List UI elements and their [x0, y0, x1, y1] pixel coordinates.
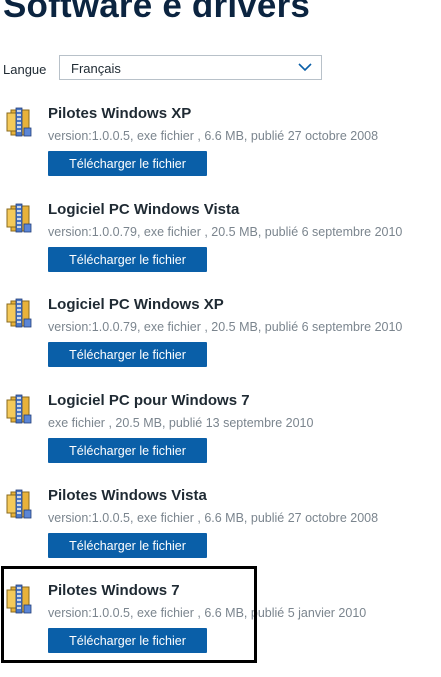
download-button[interactable]: Télécharger le fichier — [48, 247, 207, 272]
language-label: Langue — [3, 62, 47, 77]
archive-file-icon — [6, 489, 32, 519]
item-title: Logiciel PC pour Windows 7 — [48, 392, 250, 409]
item-meta: version:1.0.0.79, exe fichier , 20.5 MB,… — [48, 225, 403, 239]
item-meta: version:1.0.0.79, exe fichier , 20.5 MB,… — [48, 320, 403, 334]
download-item: Pilotes Windows 7 version:1.0.0.5, exe f… — [0, 581, 441, 677]
archive-file-icon — [6, 394, 32, 424]
download-button[interactable]: Télécharger le fichier — [48, 438, 207, 463]
item-title: Logiciel PC Windows Vista — [48, 201, 240, 218]
download-button[interactable]: Télécharger le fichier — [48, 151, 207, 176]
item-meta: version:1.0.0.5, exe fichier , 6.6 MB, p… — [48, 606, 367, 620]
item-title: Logiciel PC Windows XP — [48, 296, 224, 313]
item-title: Pilotes Windows Vista — [48, 487, 207, 504]
download-item: Logiciel PC Windows XP version:1.0.0.79,… — [0, 295, 441, 391]
archive-file-icon — [6, 107, 32, 137]
item-meta: version:1.0.0.5, exe fichier , 6.6 MB, p… — [48, 129, 379, 143]
download-item: Logiciel PC pour Windows 7 exe fichier ,… — [0, 391, 441, 487]
item-meta: exe fichier , 20.5 MB, publié 13 septemb… — [48, 416, 314, 430]
chevron-down-icon — [298, 63, 312, 72]
download-item: Pilotes Windows Vista version:1.0.0.5, e… — [0, 486, 441, 582]
page-title: Software e drivers — [3, 0, 311, 25]
archive-file-icon — [6, 584, 32, 614]
download-button[interactable]: Télécharger le fichier — [48, 628, 207, 653]
language-select[interactable]: Français — [59, 55, 322, 80]
item-title: Pilotes Windows XP — [48, 105, 192, 122]
download-item: Logiciel PC Windows Vista version:1.0.0.… — [0, 200, 441, 296]
item-meta: version:1.0.0.5, exe fichier , 6.6 MB, p… — [48, 511, 379, 525]
archive-file-icon — [6, 203, 32, 233]
download-button[interactable]: Télécharger le fichier — [48, 342, 207, 367]
archive-file-icon — [6, 298, 32, 328]
download-item: Pilotes Windows XP version:1.0.0.5, exe … — [0, 104, 441, 200]
download-button[interactable]: Télécharger le fichier — [48, 533, 207, 558]
language-selected-value: Français — [71, 61, 121, 76]
item-title: Pilotes Windows 7 — [48, 582, 180, 599]
